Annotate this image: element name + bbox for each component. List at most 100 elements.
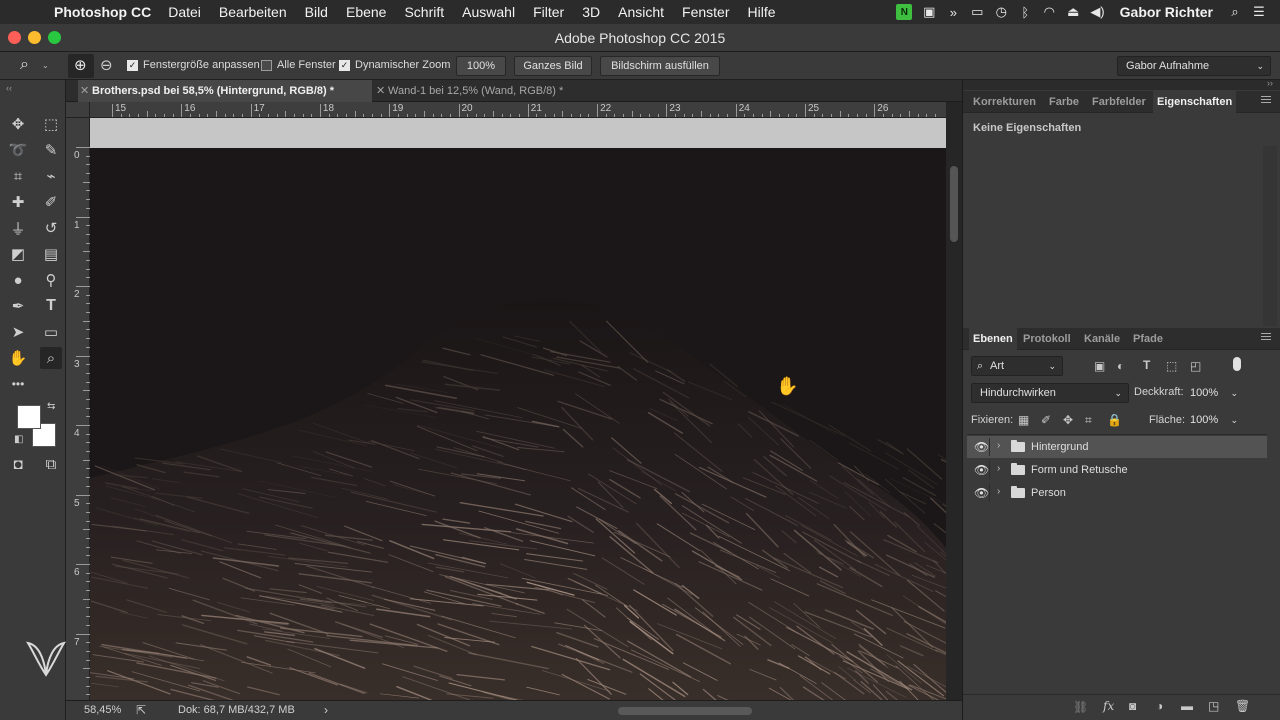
history-brush-tool-icon[interactable]: ↺ xyxy=(40,217,62,239)
close-tab-icon[interactable]: ✕ xyxy=(376,80,385,102)
quick-mask-icon[interactable]: ◘ xyxy=(7,453,29,475)
all-windows-checkbox[interactable] xyxy=(261,60,272,71)
fill-screen-button[interactable]: Bildschirm ausfüllen xyxy=(600,56,720,76)
visibility-eye-icon[interactable]: 👁 xyxy=(974,463,989,477)
layer-row-person[interactable]: 👁 › Person xyxy=(967,482,1267,504)
lock-all-icon[interactable]: 🔒 xyxy=(1107,413,1122,427)
menu-hilfe[interactable]: Hilfe xyxy=(748,4,776,20)
pen-tool-icon[interactable]: ✒ xyxy=(7,295,29,317)
collapse-panels-icon[interactable]: ›› xyxy=(1267,78,1273,88)
expand-chevron-icon[interactable]: › xyxy=(997,440,1000,451)
menu-bild[interactable]: Bild xyxy=(305,4,328,20)
menu-bearbeiten[interactable]: Bearbeiten xyxy=(219,4,287,20)
tray-battery-monitor-icon[interactable]: ▭ xyxy=(970,4,984,20)
delete-layer-icon[interactable]: 🗑 xyxy=(1235,699,1250,713)
lock-artboard-icon[interactable]: ⌗ xyxy=(1085,413,1092,428)
menu-ansicht[interactable]: Ansicht xyxy=(618,4,664,20)
type-tool-icon[interactable]: T xyxy=(40,295,62,317)
new-group-icon[interactable]: ▬ xyxy=(1181,699,1193,713)
tray-bluetooth-icon[interactable]: ᛒ xyxy=(1018,5,1032,20)
tray-eject-icon[interactable]: ⏏ xyxy=(1066,4,1080,20)
visibility-eye-icon[interactable]: 👁 xyxy=(974,486,989,500)
tab-ebenen[interactable]: Ebenen xyxy=(969,328,1017,350)
eyedropper-tool-icon[interactable]: ⌁ xyxy=(40,165,62,187)
close-tab-icon[interactable]: ✕ xyxy=(80,80,89,102)
menu-schrift[interactable]: Schrift xyxy=(404,4,444,20)
filter-toggle-switch[interactable] xyxy=(1233,357,1241,371)
link-layers-icon[interactable]: ⛓ xyxy=(1073,700,1088,714)
new-layer-icon[interactable]: ◳ xyxy=(1208,699,1219,713)
rectangle-tool-icon[interactable]: ▭ xyxy=(40,321,62,343)
ruler-origin[interactable] xyxy=(66,102,90,118)
crop-tool-icon[interactable]: ⌗ xyxy=(7,165,29,187)
vertical-ruler[interactable]: 0 1 2 3 4 5 6 7 xyxy=(66,118,90,700)
default-colors-icon[interactable]: ◧ xyxy=(14,434,23,445)
swap-colors-icon[interactable]: ⇆ xyxy=(47,401,55,412)
screen-mode-icon[interactable]: ⧉ xyxy=(40,453,62,475)
tray-time-machine-icon[interactable]: ◷ xyxy=(994,4,1008,20)
tray-monitor-icon[interactable]: ▣ xyxy=(922,4,936,20)
tab-brothers-psd[interactable]: ✕ Brothers.psd bei 58,5% (Hintergrund, R… xyxy=(78,80,372,102)
lock-position-icon[interactable]: ✥ xyxy=(1063,413,1073,427)
dynamic-zoom-checkbox[interactable]: ✓ xyxy=(339,60,350,71)
filter-adjustment-layer-icon[interactable]: ◐ xyxy=(1117,359,1124,373)
filter-pixel-layer-icon[interactable]: ▣ xyxy=(1094,359,1105,373)
tab-wand-1[interactable]: ✕ Wand-1 bei 12,5% (Wand, RGB/8) * xyxy=(374,80,614,102)
filter-shape-layer-icon[interactable]: ⬚ xyxy=(1166,359,1177,373)
tab-korrekturen[interactable]: Korrekturen xyxy=(969,91,1040,113)
menu-datei[interactable]: Datei xyxy=(168,4,201,20)
tab-protokoll[interactable]: Protokoll xyxy=(1019,328,1075,350)
vertical-scrollbar-thumb[interactable] xyxy=(950,166,958,242)
filter-type-layer-icon[interactable]: T xyxy=(1143,358,1150,372)
blend-mode-select[interactable]: Hindurchwirken ⌄ xyxy=(971,383,1129,403)
blur-tool-icon[interactable]: ● xyxy=(7,269,29,291)
tab-farbfelder[interactable]: Farbfelder xyxy=(1088,91,1150,113)
tab-pfade[interactable]: Pfade xyxy=(1129,328,1167,350)
fit-window-checkbox[interactable]: ✓ xyxy=(127,60,138,71)
move-tool-icon[interactable]: ✥ xyxy=(7,113,29,135)
notification-center-icon[interactable]: ☰ xyxy=(1252,4,1266,20)
new-adjustment-layer-icon[interactable]: ◑ xyxy=(1156,699,1163,713)
properties-scroll-track[interactable] xyxy=(1263,146,1277,326)
filter-smart-object-icon[interactable]: ◰ xyxy=(1190,359,1201,373)
tab-eigenschaften[interactable]: Eigenschaften xyxy=(1153,91,1237,113)
lock-transparent-pixels-icon[interactable]: ▦ xyxy=(1018,413,1029,427)
gradient-tool-icon[interactable]: ▤ xyxy=(40,243,62,265)
collapse-toolbar-icon[interactable]: ‹‹ xyxy=(6,83,12,93)
zoom-tool-preset-icon[interactable]: ⌕ xyxy=(20,56,29,74)
menu-3d[interactable]: 3D xyxy=(582,4,600,20)
layer-filter-select[interactable]: ⌕ Art ⌄ xyxy=(971,356,1063,376)
tray-volume-icon[interactable]: ◀) xyxy=(1090,4,1104,20)
brush-tool-icon[interactable]: ✐ xyxy=(40,191,62,213)
vertical-scrollbar[interactable] xyxy=(946,118,962,700)
zoom-100-button[interactable]: 100% xyxy=(456,56,506,76)
foreground-color-swatch[interactable] xyxy=(17,405,41,429)
menu-fenster[interactable]: Fenster xyxy=(682,4,729,20)
layer-style-fx-icon[interactable]: fx xyxy=(1103,699,1114,713)
lasso-tool-icon[interactable]: ➰ xyxy=(7,139,29,161)
healing-brush-tool-icon[interactable]: ✚ xyxy=(7,191,29,213)
status-menu-arrow[interactable]: › xyxy=(324,703,328,717)
menu-auswahl[interactable]: Auswahl xyxy=(462,4,515,20)
tray-speedup-icon[interactable]: » xyxy=(946,5,960,20)
layer-row-form-und-retusche[interactable]: 👁 › Form und Retusche xyxy=(967,459,1267,481)
eraser-tool-icon[interactable]: ◩ xyxy=(7,243,29,265)
quick-selection-tool-icon[interactable]: ✎ xyxy=(40,139,62,161)
dodge-tool-icon[interactable]: ⚲ xyxy=(40,269,62,291)
horizontal-ruler[interactable]: 15 16 17 18 19 20 21 22 23 24 25 26 xyxy=(90,102,946,118)
expand-chevron-icon[interactable]: › xyxy=(997,463,1000,474)
opacity-field[interactable]: 100% ⌄ xyxy=(1185,383,1245,403)
add-mask-icon[interactable]: ◙ xyxy=(1129,699,1136,713)
preset-dropdown-chevron-icon[interactable]: ⌄ xyxy=(42,61,49,70)
more-tools-icon[interactable]: ••• xyxy=(7,373,29,395)
horizontal-scrollbar-thumb[interactable] xyxy=(618,707,752,715)
menu-filter[interactable]: Filter xyxy=(533,4,564,20)
tab-kanaele[interactable]: Kanäle xyxy=(1080,328,1124,350)
tab-farbe[interactable]: Farbe xyxy=(1045,91,1083,113)
path-selection-tool-icon[interactable]: ➤ xyxy=(7,321,29,343)
workspace-select[interactable]: Gabor Aufnahme ⌄ xyxy=(1117,56,1271,76)
clone-stamp-tool-icon[interactable]: ⏚ xyxy=(7,217,29,239)
menu-ebene[interactable]: Ebene xyxy=(346,4,386,20)
status-zoom-value[interactable]: 58,45% xyxy=(84,704,121,716)
visibility-eye-icon[interactable]: 👁 xyxy=(974,440,989,454)
